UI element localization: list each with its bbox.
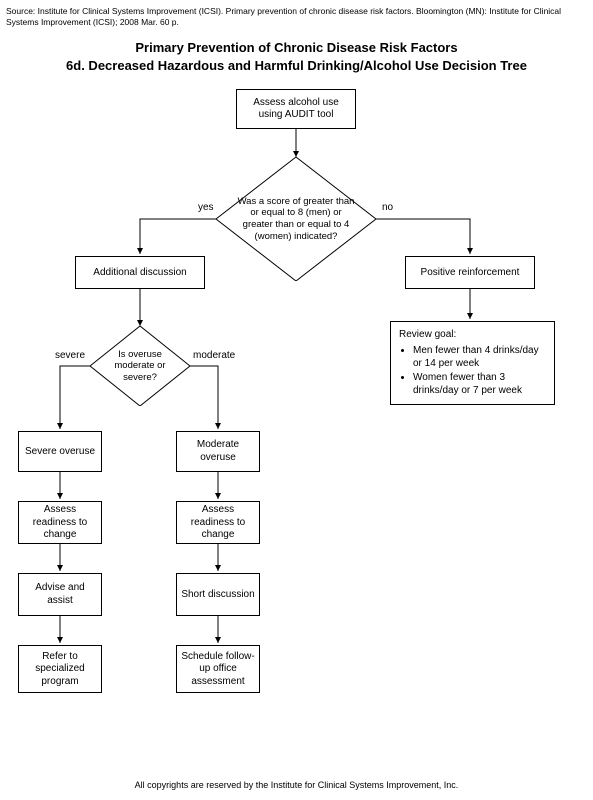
- node-refer-program: Refer to specialized program: [18, 645, 102, 693]
- title-line-1: Primary Prevention of Chronic Disease Ri…: [0, 39, 593, 57]
- footer-copyright: All copyrights are reserved by the Insti…: [0, 774, 593, 800]
- decision-overuse-level: Is overuse moderate or severe?: [90, 326, 190, 406]
- node-short-discussion: Short discussion: [176, 573, 260, 616]
- node-assess-audit: Assess alcohol use using AUDIT tool: [236, 89, 356, 129]
- node-positive-reinforcement: Positive reinforcement: [405, 256, 535, 289]
- node-moderate-overuse: Moderate overuse: [176, 431, 260, 472]
- label-moderate: moderate: [193, 350, 235, 361]
- node-additional-discussion: Additional discussion: [75, 256, 205, 289]
- node-assess-readiness-moderate: Assess readiness to change: [176, 501, 260, 544]
- node-review-goal: Review goal: Men fewer than 4 drinks/day…: [390, 321, 555, 405]
- label-no: no: [382, 202, 393, 213]
- decision-score-text: Was a score of greater than or equal to …: [216, 157, 376, 281]
- decision-overuse-text: Is overuse moderate or severe?: [90, 326, 190, 406]
- review-goal-title: Review goal:: [399, 328, 546, 342]
- flowchart-canvas: Assess alcohol use using AUDIT tool Was …: [0, 74, 593, 774]
- source-citation: Source: Institute for Clinical Systems I…: [0, 0, 593, 29]
- label-severe: severe: [55, 350, 85, 361]
- page-title: Primary Prevention of Chronic Disease Ri…: [0, 39, 593, 74]
- title-line-2: 6d. Decreased Hazardous and Harmful Drin…: [0, 57, 593, 75]
- node-schedule-followup: Schedule follow-up office assessment: [176, 645, 260, 693]
- decision-score-threshold: Was a score of greater than or equal to …: [216, 157, 376, 281]
- label-yes: yes: [198, 202, 214, 213]
- node-assess-readiness-severe: Assess readiness to change: [18, 501, 102, 544]
- review-bullet-men: Men fewer than 4 drinks/day or 14 per we…: [413, 344, 546, 371]
- node-severe-overuse: Severe overuse: [18, 431, 102, 472]
- review-bullet-women: Women fewer than 3 drinks/day or 7 per w…: [413, 371, 546, 398]
- node-advise-assist: Advise and assist: [18, 573, 102, 616]
